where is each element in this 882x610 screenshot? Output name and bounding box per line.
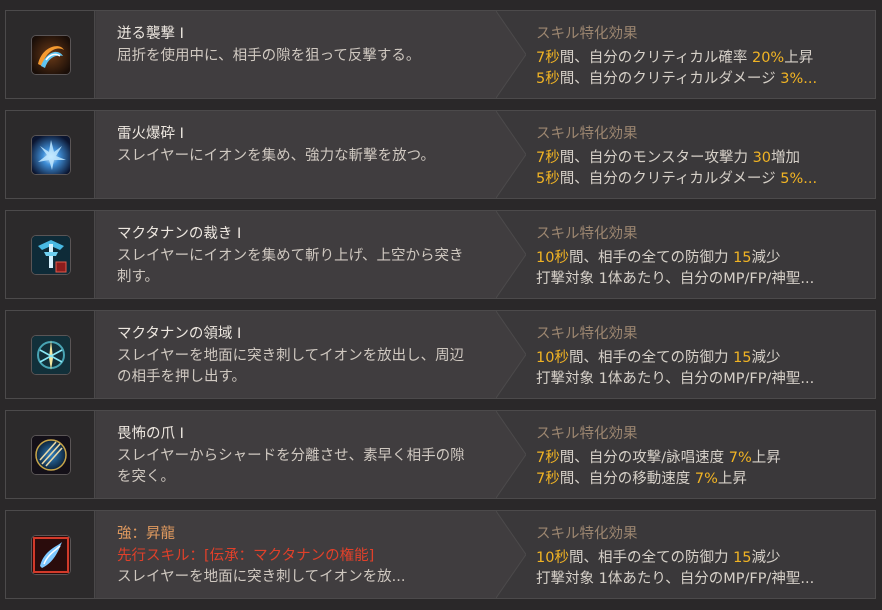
effect-header: スキル特化効果 <box>536 326 638 342</box>
effect-text: 減少 <box>751 350 781 366</box>
effect-line: 10秒間、相手の全ての防御力 15減少 <box>536 546 871 567</box>
effect-text: 間、相手の全ての防御力 <box>568 250 734 266</box>
effect-value: 20% <box>751 50 785 66</box>
effect-value: 10秒 <box>536 250 569 266</box>
skill-description: 屈折を使用中に、相手の隙を狙って反撃する。 <box>117 48 421 64</box>
effect-value: 15 <box>733 250 752 266</box>
arrow-right-icon <box>496 311 526 398</box>
skill-name: 強：昇龍 <box>117 526 175 542</box>
shard-claw-icon[interactable] <box>31 435 71 475</box>
prerequisite-skill-text: 先行スキル：[伝承：マクタナンの権能] <box>117 548 375 564</box>
skill-description-text: スレイヤーを地面に突き刺してイオンを放... <box>117 569 406 585</box>
skill-row[interactable]: マクタナンの領域 I スレイヤーを地面に突き刺してイオンを放出し、周辺の相手を押し… <box>5 310 876 399</box>
effect-text: 打撃対象 1体あたり、自分のMP/FP/神聖... <box>536 271 815 287</box>
effect-header: スキル特化効果 <box>536 426 638 442</box>
skill-icon-cell <box>6 311 95 398</box>
skill-name: マクタナンの裁き I <box>117 226 242 242</box>
effect-value: 5%... <box>780 171 818 187</box>
ion-burst-icon[interactable] <box>31 135 71 175</box>
effect-header: スキル特化効果 <box>536 526 638 542</box>
arrow-right-icon <box>496 11 526 98</box>
effect-text: 間、相手の全ての防御力 <box>568 350 734 366</box>
skill-description: スレイヤーを地面に突き刺してイオンを放出し、周辺の相手を押し出す。 <box>117 348 465 385</box>
sword-uppercut-icon[interactable] <box>31 235 71 275</box>
effect-text: 間、自分のクリティカルダメージ <box>559 71 781 87</box>
skill-row[interactable]: 雷火爆砕 I スレイヤーにイオンを集め、強力な斬撃を放つ。 スキル特化効果 7秒間、自… <box>5 110 876 199</box>
effect-value: 7秒 <box>536 471 560 487</box>
effect-value: 3%... <box>780 71 818 87</box>
effect-header: スキル特化効果 <box>536 126 638 142</box>
effect-value: 7% <box>728 450 752 466</box>
skill-icon-cell <box>6 411 95 498</box>
effect-text: 増加 <box>771 150 801 166</box>
effect-value: 10秒 <box>536 350 569 366</box>
effect-value: 10秒 <box>536 550 569 566</box>
skill-name: 雷火爆砕 I <box>117 126 184 142</box>
skill-row[interactable]: 強：昇龍先行スキル：[伝承：マクタナンの権能] スレイヤーを地面に突き刺してイオン… <box>5 510 876 599</box>
effect-value: 5秒 <box>536 171 560 187</box>
effect-value: 5秒 <box>536 71 560 87</box>
skill-description: スレイヤーにイオンを集めて斬り上げ、上空から突き刺す。 <box>117 248 464 285</box>
effect-value: 15 <box>733 350 752 366</box>
arrow-right-icon <box>496 111 526 198</box>
effect-text: 間、相手の全ての防御力 <box>568 550 734 566</box>
skill-description: スレイヤーにイオンを集め、強力な斬撃を放つ。 <box>117 148 435 164</box>
skill-icon-cell <box>6 111 95 198</box>
effect-text: 減少 <box>751 250 781 266</box>
arrow-right-icon <box>496 411 526 498</box>
effect-value: 7秒 <box>536 450 560 466</box>
effect-line: 打撃対象 1体あたり、自分のMP/FP/神聖... <box>536 567 871 588</box>
skill-icon-cell <box>6 11 95 98</box>
effect-text: 間、自分の移動速度 <box>559 471 695 487</box>
skill-name: 畏怖の爪 I <box>117 426 184 442</box>
effect-text: 間、自分のクリティカルダメージ <box>559 171 781 187</box>
swirling-slash-icon[interactable] <box>31 35 71 75</box>
effect-value: 30 <box>752 150 772 166</box>
effect-line: 7秒間、自分のクリティカル確率 20%上昇 <box>536 46 871 67</box>
effect-line: 打撃対象 1体あたり、自分のMP/FP/神聖... <box>536 367 871 388</box>
skill-icon-cell <box>6 211 95 298</box>
effect-header: スキル特化効果 <box>536 226 638 242</box>
effect-text: 間、自分のモンスター攻撃力 <box>559 150 753 166</box>
effect-text: 間、自分のクリティカル確率 <box>559 50 752 66</box>
effect-line: 7秒間、自分の移動速度 7%上昇 <box>536 467 871 488</box>
effect-line: 5秒間、自分のクリティカルダメージ 3%... <box>536 67 871 88</box>
effect-value: 15 <box>733 550 752 566</box>
skill-row[interactable]: マクタナンの裁き I スレイヤーにイオンを集めて斬り上げ、上空から突き刺す。 スキル… <box>5 210 876 299</box>
effect-value: 7秒 <box>536 150 560 166</box>
effect-text: 打撃対象 1体あたり、自分のMP/FP/神聖... <box>536 371 815 387</box>
effect-line: 打撃対象 1体あたり、自分のMP/FP/神聖... <box>536 267 871 288</box>
arrow-right-icon <box>496 511 526 598</box>
effect-value: 7% <box>694 471 718 487</box>
effect-text: 減少 <box>751 550 781 566</box>
effect-line: 7秒間、自分のモンスター攻撃力 30増加 <box>536 146 871 167</box>
effect-line: 10秒間、相手の全ての防御力 15減少 <box>536 346 871 367</box>
effect-text: 上昇 <box>717 471 747 487</box>
skill-description: スレイヤーからシャードを分離させ、素早く相手の隙を突く。 <box>117 448 465 485</box>
arrow-right-icon <box>496 211 526 298</box>
ground-thrust-icon[interactable] <box>31 335 71 375</box>
effect-text: 打撃対象 1体あたり、自分のMP/FP/神聖... <box>536 571 815 587</box>
skill-row[interactable]: 畏怖の爪 I スレイヤーからシャードを分離させ、素早く相手の隙を突く。 スキル特化効… <box>5 410 876 499</box>
skill-name: マクタナンの領域 I <box>117 326 242 342</box>
effect-line: 5秒間、自分のクリティカルダメージ 5%... <box>536 167 871 188</box>
skill-specialization-list: 迸る襲撃 I 屈折を使用中に、相手の隙を狙って反撃する。 スキル特化効果 7秒間、自分… <box>0 0 882 610</box>
effect-line: 7秒間、自分の攻撃/詠唱速度 7%上昇 <box>536 446 871 467</box>
effect-value: 7秒 <box>536 50 560 66</box>
effect-text: 間、自分の攻撃/詠唱速度 <box>559 450 729 466</box>
skill-icon-cell <box>6 511 95 598</box>
effect-text: 上昇 <box>751 450 781 466</box>
effect-line: 10秒間、相手の全ての防御力 15減少 <box>536 246 871 267</box>
skill-description: 先行スキル：[伝承：マクタナンの権能] スレイヤーを地面に突き刺してイオンを放..… <box>117 546 467 588</box>
skill-name: 迸る襲撃 I <box>117 26 184 42</box>
skill-row[interactable]: 迸る襲撃 I 屈折を使用中に、相手の隙を狙って反撃する。 スキル特化効果 7秒間、自分… <box>5 10 876 99</box>
rising-dragon-icon[interactable] <box>31 535 71 575</box>
effect-header: スキル特化効果 <box>536 26 638 42</box>
effect-text: 上昇 <box>784 50 814 66</box>
